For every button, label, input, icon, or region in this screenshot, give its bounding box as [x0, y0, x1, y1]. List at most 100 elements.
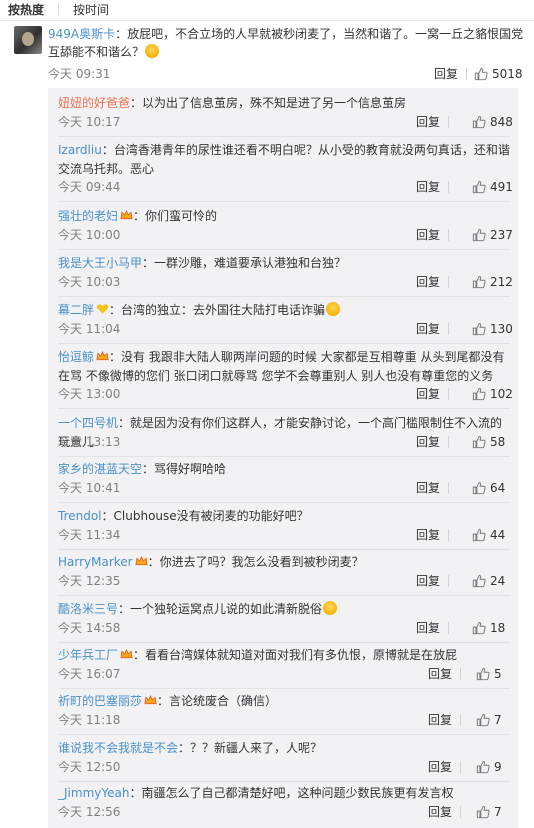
main-comment-time: 今天 09:31	[48, 67, 111, 81]
like-button[interactable]: 212	[472, 273, 513, 291]
reply-button[interactable]: 回复	[416, 113, 440, 131]
like-button[interactable]: 9	[476, 758, 502, 776]
reply-button[interactable]: 回复	[428, 803, 452, 821]
thumbs-up-icon	[472, 322, 486, 336]
reply-button[interactable]: 回复	[416, 619, 440, 637]
reply-time: 今天 10:00	[58, 228, 121, 242]
reply-button[interactable]: 回复	[416, 320, 440, 338]
reply-time: 今天 16:07	[58, 667, 121, 681]
reply-username[interactable]: 酷洛米三号	[58, 602, 118, 616]
reply-username[interactable]: 祈町的巴塞丽莎	[58, 694, 142, 708]
like-button[interactable]: 491	[472, 178, 513, 196]
action-divider	[448, 529, 449, 541]
reply-username[interactable]: _JimmyYeah	[58, 786, 129, 800]
like-count: 7	[494, 805, 502, 819]
like-button[interactable]: 64	[472, 479, 505, 497]
reply-button[interactable]: 回复	[416, 572, 440, 590]
avatar[interactable]	[14, 26, 42, 54]
reply-text: 酷洛米三号：一个独轮运窝点儿说的如此清新脱俗	[58, 600, 510, 619]
action-divider	[448, 388, 449, 400]
like-button[interactable]: 130	[472, 320, 513, 338]
reply-time: 今天 12:50	[58, 760, 121, 774]
reply-button[interactable]: 回复	[428, 758, 452, 776]
reply-divider	[58, 781, 510, 782]
main-comment: 949A奥斯卡：放屁吧，不合立场的人早就被秒闭麦了，当然和谐了。一窝一丘之貉恨国…	[0, 22, 534, 88]
reply-username[interactable]: 幕二胖	[58, 303, 94, 317]
thumbs-up-icon	[474, 67, 488, 81]
like-count: 237	[490, 228, 513, 242]
reply-username[interactable]: 少年兵工厂	[58, 648, 118, 662]
like-count: 64	[490, 481, 506, 495]
action-divider	[448, 575, 449, 587]
reply-button[interactable]: 回复	[416, 433, 440, 451]
reply-username[interactable]: Trendol	[58, 509, 102, 523]
reply-meta: 今天 16:07 回复 5	[58, 665, 510, 683]
main-comment-username[interactable]: 949A奥斯卡	[48, 27, 115, 41]
like-count: 24	[490, 574, 506, 588]
reply-meta: 今天 12:35 回复 24	[58, 572, 510, 590]
reply-username[interactable]: 强壮的老妇	[58, 209, 118, 223]
main-comment-meta: 今天 09:31 回复 5018	[48, 65, 523, 83]
like-button[interactable]: 18	[472, 619, 505, 637]
reply-username[interactable]: Izardliu	[58, 143, 102, 157]
reply-username[interactable]: 我是大王小马甲	[58, 256, 142, 270]
like-count: 5	[494, 667, 502, 681]
reply-username[interactable]: 怡逗鲸	[58, 350, 94, 364]
reply-button[interactable]: 回复	[416, 273, 440, 291]
vip-crown-icon	[135, 555, 148, 566]
thumbs-up-icon	[476, 760, 490, 774]
reply-button[interactable]: 回复	[434, 65, 458, 83]
like-count: 212	[490, 275, 513, 289]
reply-username[interactable]: HarryMarker	[58, 555, 133, 569]
like-button[interactable]: 24	[472, 572, 505, 590]
heart-icon	[96, 304, 109, 314]
reply-text: HarryMarker ：你进去了吗？我怎么没看到被秒闭麦？	[58, 553, 510, 572]
like-button[interactable]: 5	[476, 665, 502, 683]
reply-divider	[58, 343, 510, 344]
reply-username[interactable]: 一个四号机	[58, 416, 118, 430]
reply-time: 今天 14:58	[58, 621, 121, 635]
reply-text: 家乡的湛蓝天空：骂得好啊哈哈	[58, 460, 510, 479]
reply-body: ：你们蛮可怜的	[133, 209, 218, 223]
reply-button[interactable]: 回复	[428, 711, 452, 729]
like-button[interactable]: 848	[472, 113, 513, 131]
like-button[interactable]: 7	[476, 711, 502, 729]
action-divider	[448, 482, 449, 494]
like-count: 848	[490, 115, 513, 129]
action-divider	[448, 436, 449, 448]
reply-meta: 今天 11:04 回复 130	[58, 320, 513, 338]
like-button[interactable]: 44	[472, 526, 505, 544]
reply-button[interactable]: 回复	[416, 479, 440, 497]
like-button[interactable]: 58	[472, 433, 505, 451]
reply-divider	[58, 201, 510, 202]
reply-button[interactable]: 回复	[428, 665, 452, 683]
reply-time: 今天 10:41	[58, 481, 121, 495]
like-count: 102	[490, 387, 513, 401]
like-button[interactable]: 5018	[474, 65, 523, 83]
reply-time: 今天 10:17	[58, 115, 121, 129]
reply-body: ：台湾香港青年的尿性谁还看不明白呢？从小受的教育就没两句真话，还和谐交流乌托邦。…	[58, 143, 510, 176]
reply-button[interactable]: 回复	[416, 526, 440, 544]
like-button[interactable]: 7	[476, 803, 502, 821]
tab-hot[interactable]: 按热度	[8, 0, 50, 20]
reply-username[interactable]: 家乡的湛蓝天空	[58, 462, 142, 476]
reply-username[interactable]: 妞妞的好爸爸	[58, 96, 130, 110]
reply-button[interactable]: 回复	[416, 178, 440, 196]
thumbs-up-icon	[472, 115, 486, 129]
sort-tabs: 按热度 按时间	[8, 0, 115, 20]
reply-divider	[58, 456, 510, 457]
reply-divider	[58, 642, 510, 643]
reply-meta: 今天 13:13 回复 58	[58, 433, 510, 451]
reply-time: 今天 12:56	[58, 805, 121, 819]
like-button[interactable]: 237	[472, 226, 513, 244]
reply-button[interactable]: 回复	[416, 226, 440, 244]
action-divider	[466, 68, 467, 80]
tab-time[interactable]: 按时间	[67, 0, 115, 20]
reply-username[interactable]: 谁说我不会我就是不会	[58, 741, 178, 755]
reply-divider	[58, 595, 510, 596]
reply-button[interactable]: 回复	[416, 385, 440, 403]
reply-meta: 今天 14:58 回复 18	[58, 619, 510, 637]
reply-text: 妞妞的好爸爸：以为出了信息茧房，殊不知是进了另一个信息茧房	[58, 94, 510, 113]
emoji-face-icon	[323, 601, 338, 615]
like-button[interactable]: 102	[472, 385, 513, 403]
